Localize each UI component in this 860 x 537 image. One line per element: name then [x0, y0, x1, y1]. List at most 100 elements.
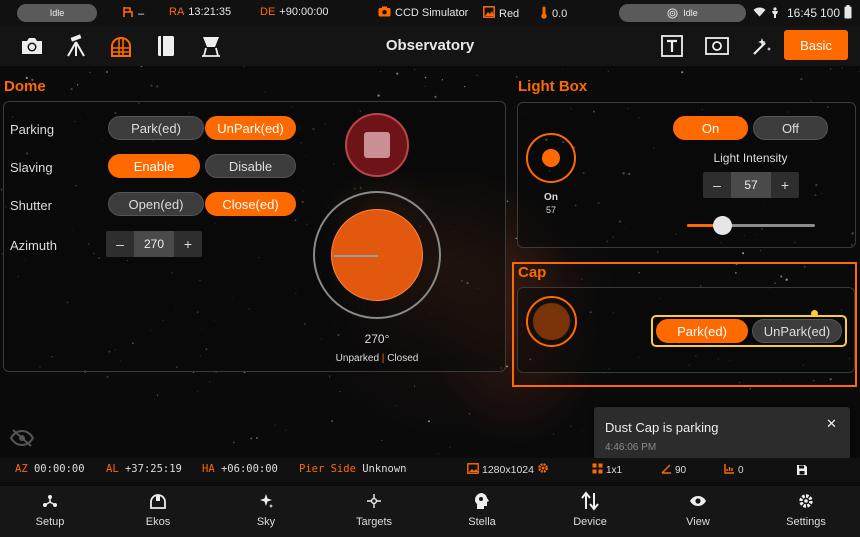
azimuth-decrement-button[interactable]: –	[106, 231, 134, 257]
stella-icon	[473, 486, 491, 516]
star	[377, 94, 380, 97]
toast-close-button[interactable]: ✕	[826, 416, 837, 432]
star	[76, 84, 79, 86]
nav-view-label: View	[686, 516, 710, 528]
angle-value: 90	[675, 464, 687, 476]
star	[414, 69, 416, 71]
save-disk-icon[interactable]	[796, 463, 808, 481]
lightbox-state-label: On	[544, 192, 558, 203]
az-value: 00:00:00	[33, 463, 85, 475]
cap-park-button[interactable]: Park(ed)	[656, 319, 748, 343]
nav-settings[interactable]: Settings	[766, 486, 846, 537]
observatory-dome-icon[interactable]	[108, 33, 134, 59]
status-bar: Idle – RA 13:21:35 DE +90:00:00 CCD Simu…	[0, 0, 860, 26]
guider-status-pill[interactable]: Idle	[619, 4, 746, 22]
azimuth-label: Azimuth	[10, 238, 57, 253]
capture-camera-icon[interactable]	[19, 33, 45, 59]
ekos-icon	[149, 486, 167, 516]
star	[562, 68, 564, 70]
pier-side-label: Pier Side	[299, 463, 356, 475]
cap-buttons-highlight: Park(ed) UnPark(ed)	[651, 310, 847, 347]
star	[581, 429, 583, 431]
star	[424, 76, 427, 79]
azimuth-increment-button[interactable]: +	[174, 231, 202, 257]
azimuth-value[interactable]: 270	[134, 231, 174, 257]
azimuth-needle	[334, 255, 378, 257]
wifi-icon	[753, 7, 766, 17]
star	[209, 381, 211, 383]
star	[395, 405, 397, 406]
nav-device[interactable]: Device	[550, 486, 630, 537]
nav-sky[interactable]: Sky	[226, 486, 306, 537]
camera-frame-icon[interactable]	[704, 33, 730, 59]
rotation-angle-readout: 90	[661, 463, 686, 477]
star	[339, 391, 341, 392]
camera-name: CCD Simulator	[395, 7, 469, 19]
light-off-button[interactable]: Off	[753, 116, 828, 140]
shutter-close-button[interactable]: Close(ed)	[205, 192, 296, 216]
nav-targets[interactable]: Targets	[334, 486, 414, 537]
star	[468, 413, 470, 415]
dome-azimuth-gauge	[313, 191, 441, 319]
flat-panel-icon[interactable]	[198, 33, 224, 59]
binning-value: 1x1	[606, 464, 623, 476]
shutter-open-button[interactable]: Open(ed)	[108, 192, 204, 216]
intensity-decrement-button[interactable]: –	[703, 172, 731, 198]
light-on-button[interactable]: On	[673, 116, 748, 140]
star	[331, 420, 334, 423]
chart-icon	[724, 463, 735, 477]
cap-unpark-button[interactable]: UnPark(ed)	[752, 319, 842, 343]
nav-stella[interactable]: Stella	[442, 486, 522, 537]
magic-wand-icon[interactable]	[749, 33, 775, 59]
star	[70, 92, 72, 94]
binning-readout: 1x1	[592, 463, 622, 477]
nav-setup[interactable]: Setup	[10, 486, 90, 537]
clock: 16:45	[787, 6, 818, 20]
de-value: +90:00:00	[279, 6, 329, 18]
resolution-readout[interactable]: 1280x1024	[467, 462, 549, 477]
star	[156, 85, 159, 88]
device-icon	[581, 486, 599, 516]
azimuth-stepper: – 270 +	[106, 231, 202, 257]
star	[506, 365, 508, 368]
intensity-slider-thumb[interactable]	[712, 216, 732, 235]
toolbar: Observatory Basic	[0, 26, 860, 66]
star	[449, 446, 451, 448]
slaving-enable-button[interactable]: Enable	[108, 154, 200, 178]
status-separator: |	[381, 353, 385, 364]
lightbox-panel: On 57 On Off Light Intensity – 57 +	[517, 102, 856, 248]
star	[858, 71, 860, 72]
star	[106, 375, 109, 379]
highlight-marker-dot	[811, 310, 818, 317]
battery-icon	[844, 5, 852, 19]
dome-park-status: Unparked	[335, 353, 380, 364]
dome-park-button[interactable]: Park(ed)	[108, 116, 204, 140]
az-label: AZ	[15, 463, 28, 475]
dome-shutter-status: Closed	[387, 353, 419, 364]
de-readout: DE +90:00:00	[260, 6, 329, 18]
mount-tripod-icon[interactable]	[63, 33, 89, 59]
dome-unpark-button[interactable]: UnPark(ed)	[205, 116, 296, 140]
shutter-indicator	[345, 113, 409, 177]
star	[424, 85, 426, 87]
mount-status-pill[interactable]: Idle	[17, 4, 97, 22]
ha-label: HA	[202, 463, 215, 475]
text-frame-icon[interactable]	[659, 33, 685, 59]
nav-stella-label: Stella	[468, 516, 496, 528]
parking-label: Parking	[10, 122, 55, 137]
star	[829, 68, 832, 70]
basic-mode-button[interactable]: Basic	[784, 30, 848, 60]
filter-icon	[483, 6, 495, 21]
intensity-slider[interactable]	[687, 216, 815, 235]
intensity-value[interactable]: 57	[731, 172, 771, 198]
star	[759, 249, 761, 252]
intensity-increment-button[interactable]: +	[771, 172, 799, 198]
guide-book-icon[interactable]	[153, 33, 179, 59]
nav-ekos[interactable]: Ekos	[118, 486, 198, 537]
star	[514, 259, 516, 261]
nav-view[interactable]: View	[658, 486, 738, 537]
slaving-disable-button[interactable]: Disable	[205, 154, 296, 178]
slaving-label: Slaving	[10, 160, 53, 175]
eye-slash-icon[interactable]	[9, 429, 35, 452]
star	[70, 87, 73, 91]
